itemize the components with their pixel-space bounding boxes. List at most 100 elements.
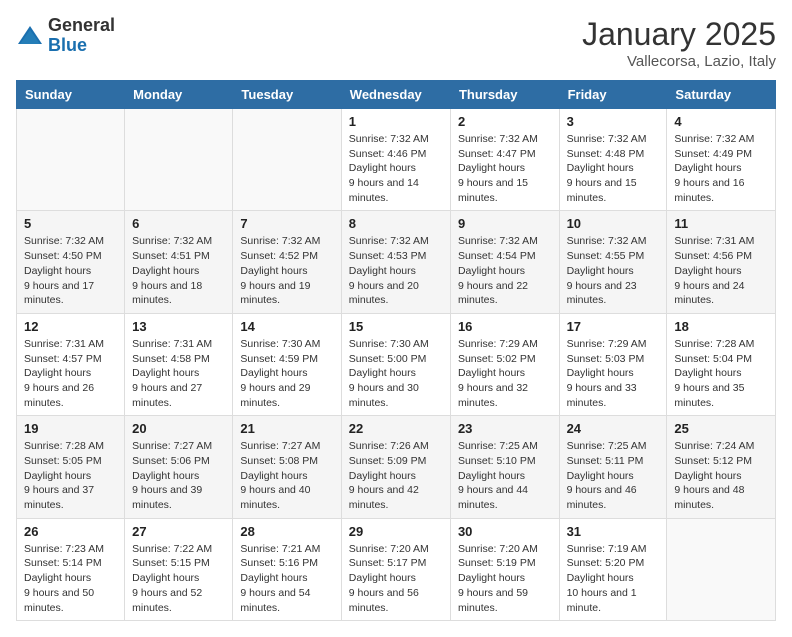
- location: Vallecorsa, Lazio, Italy: [582, 53, 776, 70]
- title-section: January 2025 Vallecorsa, Lazio, Italy: [582, 16, 776, 70]
- calendar-week-2: 5 Sunrise: 7:32 AMSunset: 4:50 PMDaylight…: [17, 211, 776, 313]
- day-info: Sunrise: 7:29 AMSunset: 5:02 PMDaylight …: [458, 337, 552, 410]
- day-info: Sunrise: 7:20 AMSunset: 5:19 PMDaylight …: [458, 542, 552, 615]
- day-info: Sunrise: 7:30 AMSunset: 4:59 PMDaylight …: [240, 337, 333, 410]
- calendar-cell: 4Sunrise: 7:32 AMSunset: 4:49 PMDaylight…: [667, 109, 776, 211]
- day-number: 1: [349, 114, 443, 129]
- calendar-cell: 15Sunrise: 7:30 AMSunset: 5:00 PMDayligh…: [341, 313, 450, 415]
- header-monday: Monday: [125, 81, 233, 109]
- day-number: 19: [24, 421, 117, 436]
- calendar-cell: 7Sunrise: 7:32 AMSunset: 4:52 PMDaylight…: [233, 211, 341, 313]
- calendar-cell: [667, 518, 776, 620]
- day-number: 10: [567, 216, 660, 231]
- calendar-cell: 11 Sunrise: 7:31 AMSunset: 4:56 PMDayligh…: [667, 211, 776, 313]
- day-number: 16: [458, 319, 552, 334]
- day-info: Sunrise: 7:32 AMSunset: 4:52 PMDaylight …: [240, 234, 333, 307]
- day-number: 3: [567, 114, 660, 129]
- day-number: 6: [132, 216, 225, 231]
- calendar-cell: [125, 109, 233, 211]
- day-number: 14: [240, 319, 333, 334]
- day-number: 5: [24, 216, 117, 231]
- day-info: Sunrise: 7:23 AMSunset: 5:14 PMDaylight …: [24, 542, 117, 615]
- header-wednesday: Wednesday: [341, 81, 450, 109]
- day-info: Sunrise: 7:21 AMSunset: 5:16 PMDaylight …: [240, 542, 333, 615]
- calendar-week-1: 1 Sunrise: 7:32 AMSunset: 4:46 PMDaylight…: [17, 109, 776, 211]
- day-number: 31: [567, 524, 660, 539]
- day-number: 4: [674, 114, 768, 129]
- day-info: Sunrise: 7:27 AMSunset: 5:06 PMDaylight …: [132, 439, 225, 512]
- day-info: Sunrise: 7:32 AMSunset: 4:53 PMDaylight …: [349, 234, 443, 307]
- day-info: Sunrise: 7:27 AMSunset: 5:08 PMDaylight …: [240, 439, 333, 512]
- logo-general: General: [48, 16, 115, 36]
- day-info: Sunrise: 7:28 AMSunset: 5:05 PMDaylight …: [24, 439, 117, 512]
- day-number: 29: [349, 524, 443, 539]
- calendar-cell: 8 Sunrise: 7:32 AMSunset: 4:53 PMDaylight…: [341, 211, 450, 313]
- day-number: 21: [240, 421, 333, 436]
- calendar-cell: 26 Sunrise: 7:23 AMSunset: 5:14 PMDayligh…: [17, 518, 125, 620]
- day-number: 17: [567, 319, 660, 334]
- calendar-cell: 10Sunrise: 7:32 AMSunset: 4:55 PMDayligh…: [559, 211, 667, 313]
- calendar-cell: 2Sunrise: 7:32 AMSunset: 4:47 PMDaylight…: [450, 109, 559, 211]
- calendar-header-row: SundayMondayTuesdayWednesdayThursdayFrid…: [17, 81, 776, 109]
- day-number: 12: [24, 319, 117, 334]
- calendar-cell: 13 Sunrise: 7:31 AMSunset: 4:58 PMDayligh…: [125, 313, 233, 415]
- day-info: Sunrise: 7:22 AMSunset: 5:15 PMDaylight …: [132, 542, 225, 615]
- logo: General Blue: [16, 16, 115, 56]
- day-number: 13: [132, 319, 225, 334]
- calendar-cell: [233, 109, 341, 211]
- day-info: Sunrise: 7:26 AMSunset: 5:09 PMDaylight …: [349, 439, 443, 512]
- calendar-cell: 1 Sunrise: 7:32 AMSunset: 4:46 PMDaylight…: [341, 109, 450, 211]
- logo-text: General Blue: [48, 16, 115, 56]
- calendar-cell: 22Sunrise: 7:26 AMSunset: 5:09 PMDayligh…: [341, 416, 450, 518]
- day-info: Sunrise: 7:31 AMSunset: 4:56 PMDaylight …: [674, 234, 768, 307]
- calendar-cell: [17, 109, 125, 211]
- calendar-week-5: 26 Sunrise: 7:23 AMSunset: 5:14 PMDayligh…: [17, 518, 776, 620]
- calendar-cell: 19 Sunrise: 7:28 AMSunset: 5:05 PMDayligh…: [17, 416, 125, 518]
- calendar-cell: 29 Sunrise: 7:20 AMSunset: 5:17 PMDayligh…: [341, 518, 450, 620]
- day-number: 15: [349, 319, 443, 334]
- calendar-cell: 21 Sunrise: 7:27 AMSunset: 5:08 PMDayligh…: [233, 416, 341, 518]
- logo-blue: Blue: [48, 36, 115, 56]
- calendar-cell: 27Sunrise: 7:22 AMSunset: 5:15 PMDayligh…: [125, 518, 233, 620]
- calendar-cell: 3 Sunrise: 7:32 AMSunset: 4:48 PMDaylight…: [559, 109, 667, 211]
- day-info: Sunrise: 7:31 AMSunset: 4:58 PMDaylight …: [132, 337, 225, 410]
- calendar-cell: 5 Sunrise: 7:32 AMSunset: 4:50 PMDaylight…: [17, 211, 125, 313]
- calendar-cell: 14 Sunrise: 7:30 AMSunset: 4:59 PMDayligh…: [233, 313, 341, 415]
- day-info: Sunrise: 7:19 AMSunset: 5:20 PMDaylight …: [567, 542, 660, 615]
- calendar-cell: 30Sunrise: 7:20 AMSunset: 5:19 PMDayligh…: [450, 518, 559, 620]
- header-tuesday: Tuesday: [233, 81, 341, 109]
- day-info: Sunrise: 7:32 AMSunset: 4:54 PMDaylight …: [458, 234, 552, 307]
- calendar-table: SundayMondayTuesdayWednesdayThursdayFrid…: [16, 80, 776, 621]
- day-info: Sunrise: 7:29 AMSunset: 5:03 PMDaylight …: [567, 337, 660, 410]
- day-info: Sunrise: 7:25 AMSunset: 5:11 PMDaylight …: [567, 439, 660, 512]
- day-info: Sunrise: 7:31 AMSunset: 4:57 PMDaylight …: [24, 337, 117, 410]
- day-number: 11: [674, 216, 768, 231]
- day-info: Sunrise: 7:32 AMSunset: 4:48 PMDaylight …: [567, 132, 660, 205]
- day-number: 20: [132, 421, 225, 436]
- day-number: 23: [458, 421, 552, 436]
- calendar-cell: 31 Sunrise: 7:19 AMSunset: 5:20 PMDayligh…: [559, 518, 667, 620]
- day-info: Sunrise: 7:32 AMSunset: 4:46 PMDaylight …: [349, 132, 443, 205]
- month-title: January 2025: [582, 16, 776, 53]
- calendar-week-3: 12 Sunrise: 7:31 AMSunset: 4:57 PMDayligh…: [17, 313, 776, 415]
- calendar-cell: 17 Sunrise: 7:29 AMSunset: 5:03 PMDayligh…: [559, 313, 667, 415]
- day-info: Sunrise: 7:32 AMSunset: 4:50 PMDaylight …: [24, 234, 117, 307]
- day-number: 25: [674, 421, 768, 436]
- calendar-cell: 6Sunrise: 7:32 AMSunset: 4:51 PMDaylight…: [125, 211, 233, 313]
- page-header: General Blue January 2025 Vallecorsa, La…: [16, 16, 776, 70]
- calendar-cell: 12 Sunrise: 7:31 AMSunset: 4:57 PMDayligh…: [17, 313, 125, 415]
- day-info: Sunrise: 7:20 AMSunset: 5:17 PMDaylight …: [349, 542, 443, 615]
- logo-icon: [16, 22, 44, 50]
- calendar-cell: 23Sunrise: 7:25 AMSunset: 5:10 PMDayligh…: [450, 416, 559, 518]
- day-info: Sunrise: 7:28 AMSunset: 5:04 PMDaylight …: [674, 337, 768, 410]
- day-number: 9: [458, 216, 552, 231]
- calendar-cell: 28 Sunrise: 7:21 AMSunset: 5:16 PMDayligh…: [233, 518, 341, 620]
- calendar-cell: 24Sunrise: 7:25 AMSunset: 5:11 PMDayligh…: [559, 416, 667, 518]
- day-number: 28: [240, 524, 333, 539]
- calendar-cell: 20 Sunrise: 7:27 AMSunset: 5:06 PMDayligh…: [125, 416, 233, 518]
- day-number: 18: [674, 319, 768, 334]
- day-info: Sunrise: 7:32 AMSunset: 4:47 PMDaylight …: [458, 132, 552, 205]
- header-thursday: Thursday: [450, 81, 559, 109]
- day-number: 26: [24, 524, 117, 539]
- day-number: 8: [349, 216, 443, 231]
